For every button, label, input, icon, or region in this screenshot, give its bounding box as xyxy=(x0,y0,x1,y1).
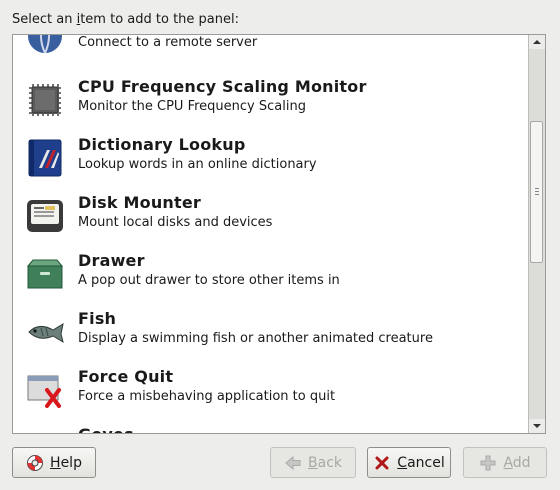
add-plus-icon xyxy=(480,455,496,470)
item-name: Force Quit xyxy=(78,367,174,386)
add-button-label: Add xyxy=(503,454,531,471)
list-item[interactable]: Fish Display a swimming fish or another … xyxy=(13,304,528,362)
cpu-chip-icon xyxy=(29,84,61,116)
lifebuoy-icon xyxy=(27,454,44,471)
applet-list-viewport: Connect to a remote server CPU Frequency… xyxy=(13,35,528,433)
item-description: Mount local disks and devices xyxy=(78,215,273,230)
dictionary-book-icon xyxy=(28,139,62,177)
item-name: Drawer xyxy=(78,251,145,270)
list-item[interactable]: Force Quit Force a misbehaving applicati… xyxy=(13,362,528,420)
eyes-icon xyxy=(25,428,65,433)
item-name: Fish xyxy=(78,309,117,328)
list-item[interactable]: Geyes xyxy=(13,420,528,433)
disk-drive-icon xyxy=(27,200,63,232)
drawer-icon xyxy=(26,259,64,289)
list-item[interactable]: Drawer A pop out drawer to store other i… xyxy=(13,246,528,304)
add-button[interactable]: Add xyxy=(463,447,547,478)
item-description: Force a misbehaving application to quit xyxy=(78,389,336,404)
cancel-button[interactable]: Cancel xyxy=(367,447,451,478)
back-button-label: Back xyxy=(308,454,342,471)
force-quit-icon xyxy=(27,375,61,408)
list-item[interactable]: Connect to a remote server xyxy=(13,35,528,66)
back-arrow-icon xyxy=(285,455,301,470)
item-description: Connect to a remote server xyxy=(78,35,258,50)
globe-icon xyxy=(28,35,62,54)
applet-list[interactable]: Connect to a remote server CPU Frequency… xyxy=(12,34,546,434)
help-button[interactable]: Help xyxy=(12,447,96,478)
item-description: Monitor the CPU Frequency Scaling xyxy=(78,99,306,114)
item-name: Disk Mounter xyxy=(78,193,201,212)
vertical-scrollbar[interactable] xyxy=(528,35,545,433)
cancel-x-icon xyxy=(375,456,389,469)
item-description: A pop out drawer to store other items in xyxy=(78,273,340,288)
list-item[interactable]: Dictionary Lookup Lookup words in an onl… xyxy=(13,130,528,188)
list-item[interactable]: CPU Frequency Scaling Monitor Monitor th… xyxy=(13,72,528,130)
list-item[interactable]: Disk Mounter Mount local disks and devic… xyxy=(13,188,528,246)
fish-icon xyxy=(28,322,64,344)
cancel-button-label: Cancel xyxy=(397,454,445,471)
item-description: Display a swimming fish or another anima… xyxy=(78,331,433,346)
scrollbar-thumb[interactable] xyxy=(530,121,543,263)
back-button[interactable]: Back xyxy=(270,447,356,478)
item-description: Lookup words in an online dictionary xyxy=(78,157,317,172)
dialog-prompt: Select an item to add to the panel: xyxy=(12,12,239,27)
item-name: Dictionary Lookup xyxy=(78,135,246,154)
item-name: Geyes xyxy=(78,425,134,433)
scroll-down-arrow-icon[interactable] xyxy=(529,419,545,433)
item-name: CPU Frequency Scaling Monitor xyxy=(78,77,367,96)
scroll-up-arrow-icon[interactable] xyxy=(529,35,545,49)
help-button-label: Help xyxy=(50,454,82,471)
